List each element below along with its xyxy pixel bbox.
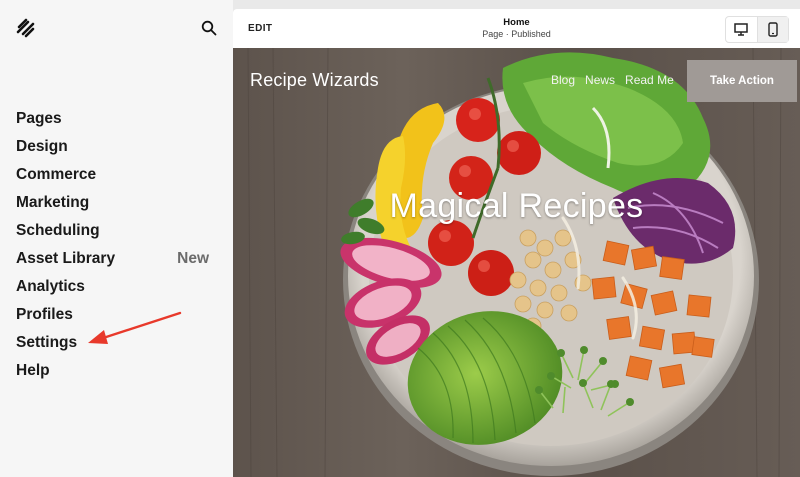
- sidebar-item-analytics[interactable]: Analytics: [16, 273, 216, 301]
- sidebar-item-asset-library[interactable]: Asset Library New: [16, 245, 216, 273]
- hero-section: Recipe Wizards Blog News Read Me Take Ac…: [233, 48, 800, 477]
- sidebar-item-label: Pages: [16, 110, 62, 127]
- device-toggle: [725, 16, 789, 43]
- site-title-link[interactable]: Recipe Wizards: [250, 70, 379, 91]
- nav-link-read-me[interactable]: Read Me: [625, 73, 674, 87]
- sidebar-item-settings[interactable]: Settings: [16, 329, 216, 357]
- sidebar-item-label: Commerce: [16, 166, 97, 183]
- sidebar-item-label: Profiles: [16, 306, 73, 323]
- sidebar-item-help[interactable]: Help: [16, 357, 216, 385]
- sidebar-item-design[interactable]: Design: [16, 133, 216, 161]
- sidebar-item-profiles[interactable]: Profiles: [16, 301, 216, 329]
- sidebar-nav: Pages Design Commerce Marketing Scheduli…: [16, 105, 216, 385]
- hero-headline: Magical Recipes: [389, 187, 644, 225]
- preview-toolbar: EDIT Home Page · Published: [233, 9, 800, 48]
- mobile-icon: [768, 22, 778, 37]
- desktop-icon: [734, 23, 749, 36]
- site-navigation: Blog News Read Me: [551, 73, 674, 87]
- sidebar-item-scheduling[interactable]: Scheduling: [16, 217, 216, 245]
- squarespace-logo-icon[interactable]: [15, 18, 37, 38]
- site-preview: EDIT Home Page · Published Recipe Wizard…: [233, 0, 800, 477]
- sidebar-item-label: Settings: [16, 334, 78, 351]
- sidebar-item-label: Asset Library: [16, 250, 116, 267]
- mobile-view-button[interactable]: [756, 17, 788, 42]
- page-title: Home: [503, 17, 530, 28]
- nav-link-blog[interactable]: Blog: [551, 73, 575, 87]
- desktop-view-button[interactable]: [726, 17, 757, 42]
- new-badge: New: [177, 250, 209, 267]
- sidebar-item-label: Help: [16, 362, 50, 379]
- nav-link-news[interactable]: News: [585, 73, 615, 87]
- hero-background-image: [233, 48, 800, 477]
- search-icon[interactable]: [201, 20, 217, 36]
- sidebar: Pages Design Commerce Marketing Scheduli…: [0, 0, 233, 477]
- sidebar-item-label: Analytics: [16, 278, 85, 295]
- sidebar-item-label: Design: [16, 138, 68, 155]
- sidebar-item-marketing[interactable]: Marketing: [16, 189, 216, 217]
- sidebar-item-commerce[interactable]: Commerce: [16, 161, 216, 189]
- take-action-button[interactable]: Take Action: [687, 60, 797, 102]
- sidebar-item-label: Scheduling: [16, 222, 100, 239]
- page-status: Page · Published: [482, 29, 551, 39]
- sidebar-item-pages[interactable]: Pages: [16, 105, 216, 133]
- sidebar-item-label: Marketing: [16, 194, 90, 211]
